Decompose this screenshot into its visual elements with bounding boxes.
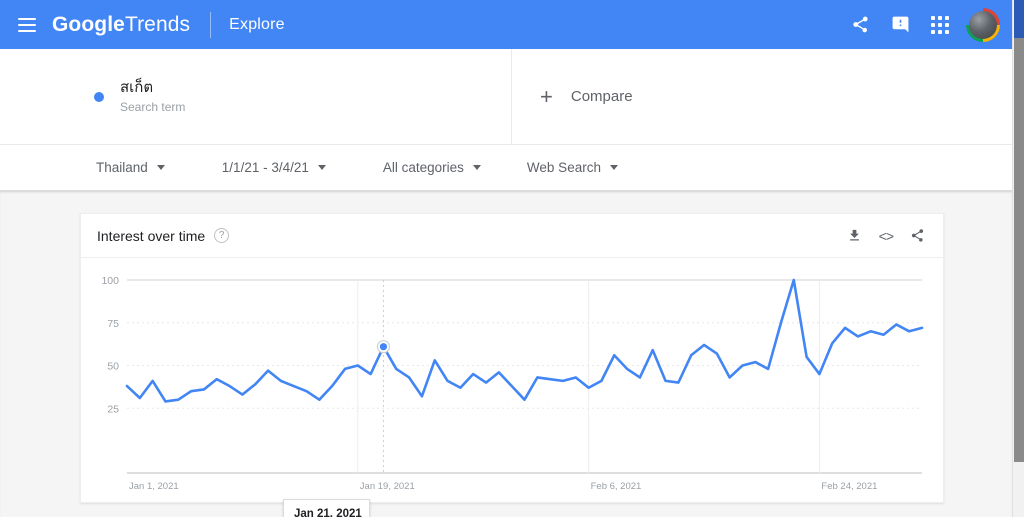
filter-search-type[interactable]: Web Search: [527, 160, 618, 175]
filter-location-value: Thailand: [96, 160, 148, 175]
chevron-down-icon: [609, 165, 618, 170]
plus-icon: +: [540, 83, 553, 109]
apps-grid-icon[interactable]: [920, 5, 960, 45]
download-icon[interactable]: [847, 228, 862, 243]
chevron-down-icon: [156, 165, 165, 170]
avatar[interactable]: [966, 7, 1000, 42]
filter-time-range[interactable]: 1/1/21 - 3/4/21: [222, 160, 326, 175]
highlight-point[interactable]: [379, 343, 388, 351]
scrollbar-thumb-top[interactable]: [1014, 0, 1024, 38]
feedback-icon[interactable]: [880, 5, 920, 45]
hamburger-bar: [18, 23, 36, 26]
compare-button[interactable]: + Compare: [512, 49, 1012, 144]
brand-google: Google: [52, 12, 125, 36]
filter-search-type-value: Web Search: [526, 160, 601, 175]
y-axis-tick-label: 25: [107, 403, 119, 415]
header-divider: [210, 11, 212, 38]
search-term-text: สเก็ต Search term: [120, 78, 185, 116]
x-axis-tick-label: Feb 24, 2021: [821, 481, 877, 492]
search-term-type: Search term: [120, 99, 186, 114]
share-icon[interactable]: [840, 5, 880, 45]
compare-label: Compare: [570, 88, 633, 105]
brand-trends: Trends: [124, 12, 191, 36]
hamburger-bar: [18, 29, 36, 32]
filter-location[interactable]: Thailand: [96, 160, 165, 175]
x-axis-tick-label: Jan 1, 2021: [129, 481, 179, 492]
content-area: Interest over time ? <> 25 50 75 100 Jan…: [0, 190, 1012, 517]
x-axis-tick-label: Feb 6, 2021: [591, 481, 642, 492]
chart-canvas: 25 50 75 100 Jan 1, 2021 Jan 19, 2021 Feb 6, 2…: [101, 275, 924, 492]
chevron-down-icon: [472, 165, 481, 170]
page-title: Interest over time: [97, 227, 206, 244]
interest-over-time-chart[interactable]: 25 50 75 100 Jan 1, 2021 Jan 19, 2021 Feb 6, 2…: [81, 258, 945, 503]
embed-code-icon[interactable]: <>: [878, 227, 894, 244]
card-header: Interest over time ? <>: [81, 214, 943, 258]
chevron-down-icon: [317, 165, 326, 170]
chart-tooltip: Jan 21, 2021 สเก็ต 61: [283, 499, 370, 517]
share-icon[interactable]: [910, 228, 925, 243]
hamburger-menu-icon[interactable]: [18, 17, 36, 32]
y-axis-tick-label: 100: [101, 275, 119, 287]
filter-category[interactable]: All categories: [383, 160, 481, 175]
filter-time-range-value: 1/1/21 - 3/4/21: [221, 160, 309, 175]
scrollbar-thumb[interactable]: [1014, 0, 1024, 462]
search-terms-row: สเก็ต Search term + Compare: [0, 49, 1012, 144]
embed-glyph: <>: [878, 227, 894, 244]
google-trends-page: GoogleTrends Explore สเก็ต Search term +…: [0, 0, 1024, 517]
hamburger-bar: [18, 17, 36, 20]
help-icon[interactable]: ?: [214, 228, 230, 243]
y-axis-tick-label: 75: [107, 318, 119, 330]
app-header: GoogleTrends Explore: [0, 0, 1012, 49]
explore-nav-item[interactable]: Explore: [229, 16, 285, 34]
avatar-image: [969, 10, 997, 39]
search-term-label: สเก็ต: [120, 78, 154, 96]
apps-grid-dots: [931, 15, 949, 34]
filter-bar: Thailand 1/1/21 - 3/4/21 All categories …: [0, 144, 1012, 190]
search-term-chip[interactable]: สเก็ต Search term: [80, 49, 512, 144]
trend-line: [125, 278, 924, 403]
card-actions: <>: [847, 228, 925, 244]
tooltip-date: Jan 21, 2021: [294, 508, 362, 517]
brand-logo[interactable]: GoogleTrends: [52, 13, 190, 37]
interest-over-time-card: Interest over time ? <> 25 50 75 100 Jan…: [80, 213, 944, 503]
filter-category-value: All categories: [382, 160, 464, 175]
vertical-scrollbar[interactable]: [1012, 0, 1024, 517]
series-color-dot: [94, 91, 104, 102]
x-axis-tick-label: Jan 19, 2021: [360, 481, 415, 492]
y-axis-tick-label: 50: [107, 361, 119, 373]
